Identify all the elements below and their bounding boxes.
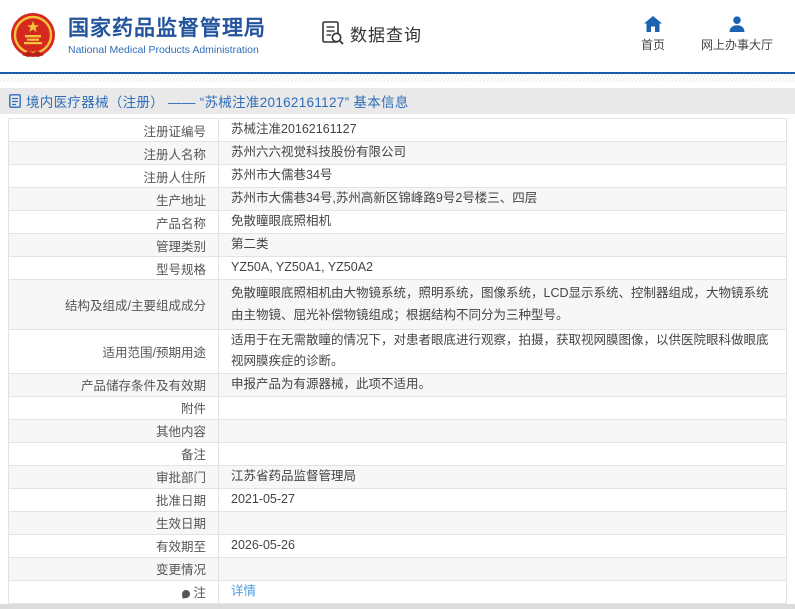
table-row: 结构及组成/主要组成成分 免散瞳眼底照相机由大物镜系统，照明系统，图像系统，LCD… [8,279,787,330]
table-row: 注详情 [8,579,787,604]
row-value: 免散瞳眼底照相机 [218,210,787,234]
table-row: 适用范围/预期用途 适用于在无需散瞳的情况下，对患者眼底进行观察，拍摄，获取视网膜… [8,329,787,374]
table-row: 备注 [8,441,787,466]
table-row: 管理类别 第二类 [8,233,787,257]
row-value: 苏械注准20162161127 [218,118,787,142]
row-value [218,395,787,420]
row-value [218,510,787,535]
table-row: 批准日期 2021-05-27 [8,487,787,512]
top-nav: 首页 网上办事大厅 [640,15,773,53]
row-label: 型号规格 [8,256,219,280]
row-label: 适用范围/预期用途 [8,329,219,374]
row-value: 第二类 [218,233,787,257]
table-row: 产品储存条件及有效期 申报产品为有源器械，此项不适用。 [8,372,787,397]
table-row: 产品名称 免散瞳眼底照相机 [8,210,787,234]
nav-item-home[interactable]: 首页 [640,15,665,53]
detail-link[interactable]: 详情 [231,584,256,598]
row-value: 苏州市大儒巷34号,苏州高新区锦峰路9号2号楼三、四层 [218,187,787,211]
table-row: 审批部门 江苏省药品监督管理局 [8,464,787,489]
row-label: 注册人名称 [8,141,219,165]
row-value: 2026-05-26 [218,533,787,558]
table-row: 注册人名称 苏州六六视觉科技股份有限公司 [8,141,787,165]
row-value [218,418,787,443]
row-label: 注 [8,579,219,604]
nav-home-label: 首页 [640,37,665,52]
row-value: 2021-05-27 [218,487,787,512]
row-label: 结构及组成/主要组成成分 [8,279,219,330]
row-label: 附件 [8,395,219,420]
breadcrumb: 境内医疗器械（注册） —— “苏械注准20162161127” 基本信息 [0,88,795,114]
table-row: 注册证编号 苏械注准20162161127 [8,118,787,142]
row-label: 生产地址 [8,187,219,211]
row-value: YZ50A, YZ50A1, YZ50A2 [218,256,787,280]
org-title-block: 国家药品监督管理局 National Medical Products Admi… [68,16,266,56]
registration-info-table-wrap: 注册证编号 苏械注准20162161127 注册人名称 苏州六六视觉科技股份有限公司注… [0,118,795,604]
registration-info-table: 注册证编号 苏械注准20162161127 注册人名称 苏州六六视觉科技股份有限公司注… [8,118,787,604]
row-label: 注册人住所 [8,164,219,188]
row-label: 管理类别 [8,233,219,257]
note-bubble-icon [181,589,192,599]
row-value: 免散瞳眼底照相机由大物镜系统，照明系统，图像系统，LCD显示系统、控制器组成，大… [218,279,787,330]
data-query-icon [322,21,344,45]
emblem-icon [11,13,55,57]
table-row: 注册人住所 苏州市大儒巷34号 [8,164,787,188]
row-label: 批准日期 [8,487,219,512]
row-value [218,556,787,581]
footer-strip [0,603,795,609]
table-row: 有效期至 2026-05-26 [8,533,787,558]
table-row: 生产地址 苏州市大儒巷34号,苏州高新区锦峰路9号2号楼三、四层 [8,187,787,211]
document-icon [9,94,21,108]
row-value: 苏州市大儒巷34号 [218,164,787,188]
table-row: 生效日期 [8,510,787,535]
row-label: 生效日期 [8,510,219,535]
table-row: 其他内容 [8,418,787,443]
row-value: 适用于在无需散瞳的情况下，对患者眼底进行观察，拍摄，获取视网膜图像，以供医院眼科… [218,329,787,374]
data-query-section: 数据查询 [321,20,422,46]
table-row: 附件 [8,395,787,420]
org-name-en: National Medical Products Administration [68,44,259,57]
row-value: 江苏省药品监督管理局 [218,464,787,489]
org-name-cn: 国家药品监督管理局 [68,16,266,40]
site-header: 国家药品监督管理局 National Medical Products Admi… [0,0,795,72]
table-row: 变更情况 [8,556,787,581]
hatch-pattern-band [0,74,795,82]
table-row: 型号规格 YZ50A, YZ50A1, YZ50A2 [8,256,787,280]
row-label: 产品储存条件及有效期 [8,372,219,397]
row-label: 注册证编号 [8,118,219,142]
nav-item-service-hall[interactable]: 网上办事大厅 [700,15,773,53]
row-label: 审批部门 [8,464,219,489]
row-label: 变更情况 [8,556,219,581]
row-value: 详情 [218,579,787,604]
row-value: 苏州六六视觉科技股份有限公司 [218,141,787,165]
row-label: 有效期至 [8,533,219,558]
row-value [218,441,787,466]
row-value: 申报产品为有源器械，此项不适用。 [218,372,787,397]
page-title: 境内医疗器械（注册） —— “苏械注准20162161127” 基本信息 [26,95,409,110]
person-icon [729,15,745,32]
home-icon [643,15,662,32]
national-emblem-logo [8,11,58,61]
nav-service-hall-label: 网上办事大厅 [700,37,773,52]
row-label: 备注 [8,441,219,466]
row-label: 其他内容 [8,418,219,443]
row-label: 产品名称 [8,210,219,234]
data-query-label: 数据查询 [350,25,422,45]
